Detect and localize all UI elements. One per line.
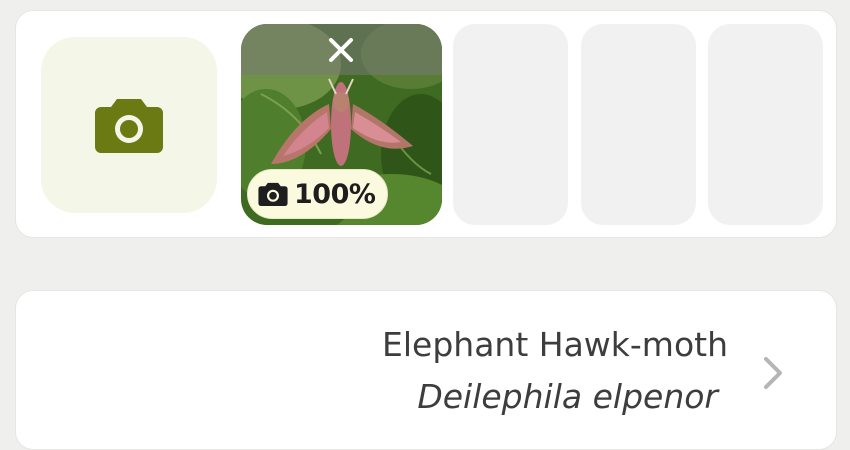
add-photo-button[interactable] <box>41 37 217 213</box>
empty-photo-slot[interactable] <box>453 24 568 225</box>
species-common-name: Elephant Hawk-moth <box>382 325 728 364</box>
close-icon <box>329 38 353 62</box>
chevron-right-icon <box>764 357 782 389</box>
species-scientific-name: Deilephila elpenor <box>417 377 718 416</box>
photos-card: 100% <box>15 10 837 238</box>
remove-photo-button[interactable] <box>321 30 361 70</box>
camera-icon <box>95 99 163 153</box>
photo-thumbnail[interactable]: 100% <box>241 24 442 225</box>
camera-icon <box>258 182 288 206</box>
empty-photo-slot[interactable] <box>581 24 696 225</box>
empty-photo-slot[interactable] <box>708 24 823 225</box>
species-card[interactable]: Elephant Hawk-moth Deilephila elpenor <box>15 290 837 450</box>
match-badge: 100% <box>247 169 389 219</box>
match-percentage: 100% <box>294 178 376 210</box>
